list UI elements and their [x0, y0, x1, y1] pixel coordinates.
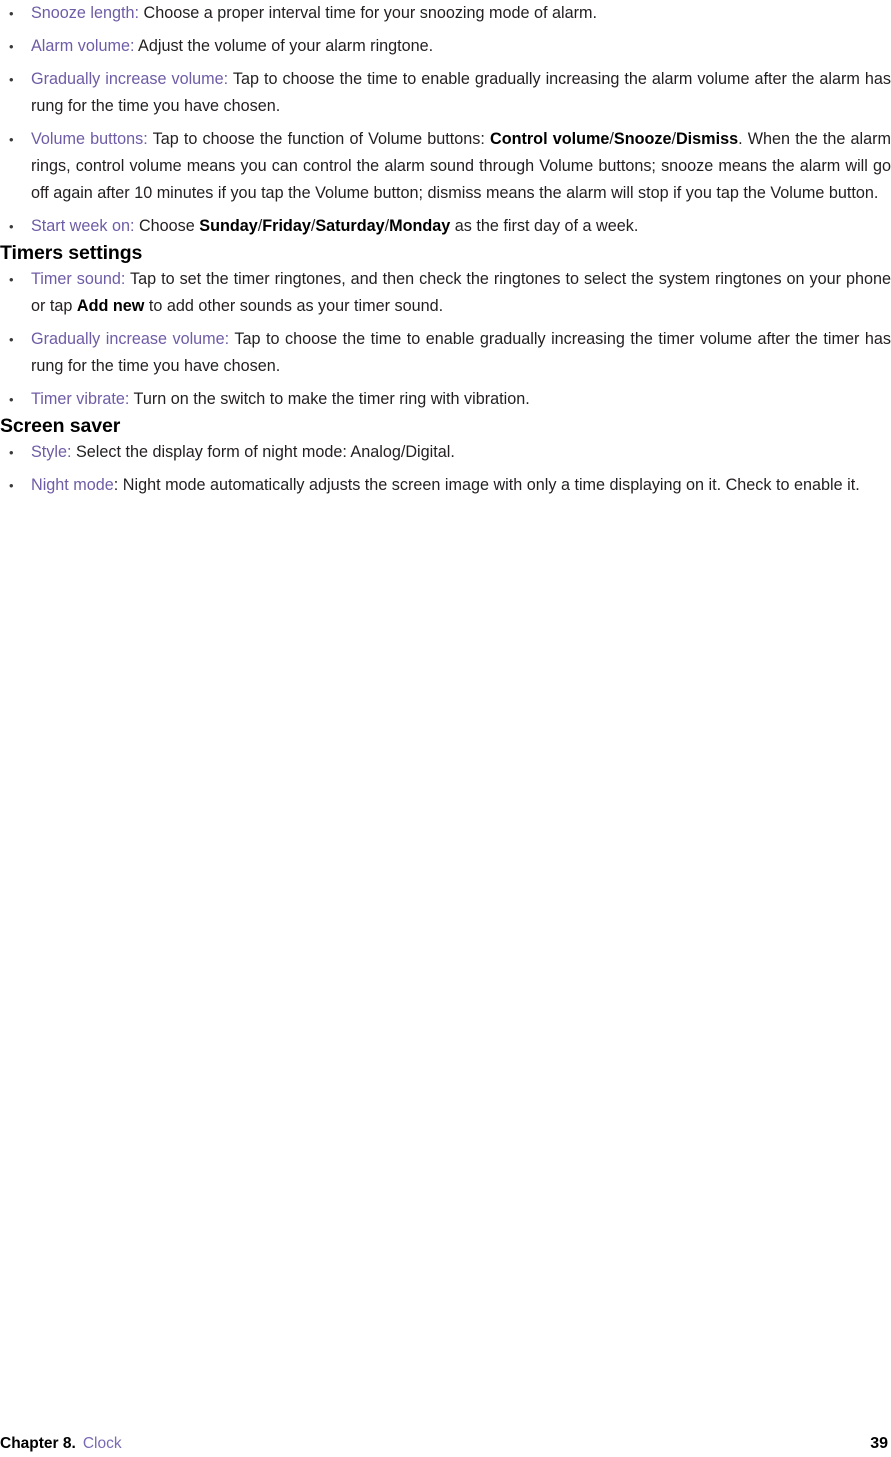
footer-separator: . — [71, 1435, 76, 1452]
option-add-new: Add new — [76, 297, 145, 315]
section-heading-timers-settings: Timers settings — [0, 242, 143, 264]
footer-breadcrumb: Chapter 8. Clock — [0, 1432, 122, 1456]
list-item-alarm-volume: Alarm volume: Adjust the volume of your … — [0, 33, 891, 60]
option-saturday: Saturday — [315, 217, 385, 235]
term-label: Gradually increase volume: — [31, 330, 230, 348]
list-item-paragraph: Style: Select the display form of night … — [31, 439, 891, 466]
term-label: Start week on: — [31, 217, 135, 235]
list-item-paragraph: Night mode: Night mode automatically adj… — [31, 472, 891, 499]
term-description-continued: as the first day of a week. — [450, 217, 639, 235]
option-friday: Friday — [262, 217, 311, 235]
timers-settings-list: Timer sound: Tap to set the timer ringto… — [0, 266, 891, 413]
manual-page: Snooze length: Choose a proper interval … — [0, 0, 891, 1457]
term-label: Night mode — [31, 476, 114, 494]
list-item-paragraph: Start week on: Choose Sunday/Friday/Satu… — [31, 213, 891, 240]
section-heading-screen-saver: Screen saver — [0, 415, 121, 437]
option-control-volume: Control volume — [490, 130, 610, 148]
term-label: Volume buttons: — [31, 130, 148, 148]
footer-topic-label: Clock — [82, 1435, 122, 1452]
footer-chapter-label: Chapter 8 — [0, 1435, 72, 1452]
term-label: Timer sound: — [31, 270, 126, 288]
list-item-snooze-length: Snooze length: Choose a proper interval … — [0, 0, 891, 27]
page-content: Snooze length: Choose a proper interval … — [0, 0, 891, 499]
term-label: Gradually increase volume: — [31, 70, 229, 88]
list-item-paragraph: Gradually increase volume: Tap to choose… — [31, 326, 891, 380]
screen-saver-list: Style: Select the display form of night … — [0, 439, 891, 499]
term-description: Adjust the volume of your alarm ringtone… — [134, 37, 434, 55]
term-description: : Night mode automatically adjusts the s… — [113, 476, 860, 494]
term-description: Select the display form of night mode: A… — [71, 443, 455, 461]
option-monday: Monday — [389, 217, 451, 235]
term-label: Timer vibrate: — [31, 390, 130, 408]
term-description: Choose — [134, 217, 200, 235]
page-number: 39 — [870, 1435, 888, 1452]
list-item-start-week-on: Start week on: Choose Sunday/Friday/Satu… — [0, 213, 891, 240]
list-item-volume-buttons: Volume buttons: Tap to choose the functi… — [0, 126, 891, 207]
list-item-paragraph: Timer vibrate: Turn on the switch to mak… — [31, 386, 891, 413]
term-description-continued: to add other sounds as your timer sound. — [144, 297, 444, 315]
option-snooze: Snooze — [613, 130, 672, 148]
term-label: Style: — [31, 443, 72, 461]
option-dismiss: Dismiss — [675, 130, 739, 148]
list-item-paragraph: Timer sound: Tap to set the timer ringto… — [31, 266, 891, 320]
list-item-night-mode: Night mode: Night mode automatically adj… — [0, 472, 891, 499]
list-item-timer-sound: Timer sound: Tap to set the timer ringto… — [0, 266, 891, 320]
list-item-paragraph: Snooze length: Choose a proper interval … — [31, 0, 891, 27]
list-item-gradually-increase-volume-timer: Gradually increase volume: Tap to choose… — [0, 326, 891, 380]
term-label: Alarm volume: — [31, 37, 135, 55]
page-footer: Chapter 8. Clock 39 — [0, 1432, 891, 1456]
alarm-settings-list: Snooze length: Choose a proper interval … — [0, 0, 891, 240]
option-sunday: Sunday — [199, 217, 258, 235]
term-label: Snooze length: — [31, 4, 140, 22]
list-item-paragraph: Gradually increase volume: Tap to choose… — [31, 66, 891, 120]
list-item-style: Style: Select the display form of night … — [0, 439, 891, 466]
term-description: Choose a proper interval time for your s… — [139, 4, 597, 22]
term-description: Turn on the switch to make the timer rin… — [129, 390, 530, 408]
list-item-timer-vibrate: Timer vibrate: Turn on the switch to mak… — [0, 386, 891, 413]
term-description: Tap to choose the function of Volume but… — [147, 130, 491, 148]
list-item-gradually-increase-volume-alarm: Gradually increase volume: Tap to choose… — [0, 66, 891, 120]
list-item-paragraph: Alarm volume: Adjust the volume of your … — [31, 33, 891, 60]
list-item-paragraph: Volume buttons: Tap to choose the functi… — [31, 126, 891, 207]
